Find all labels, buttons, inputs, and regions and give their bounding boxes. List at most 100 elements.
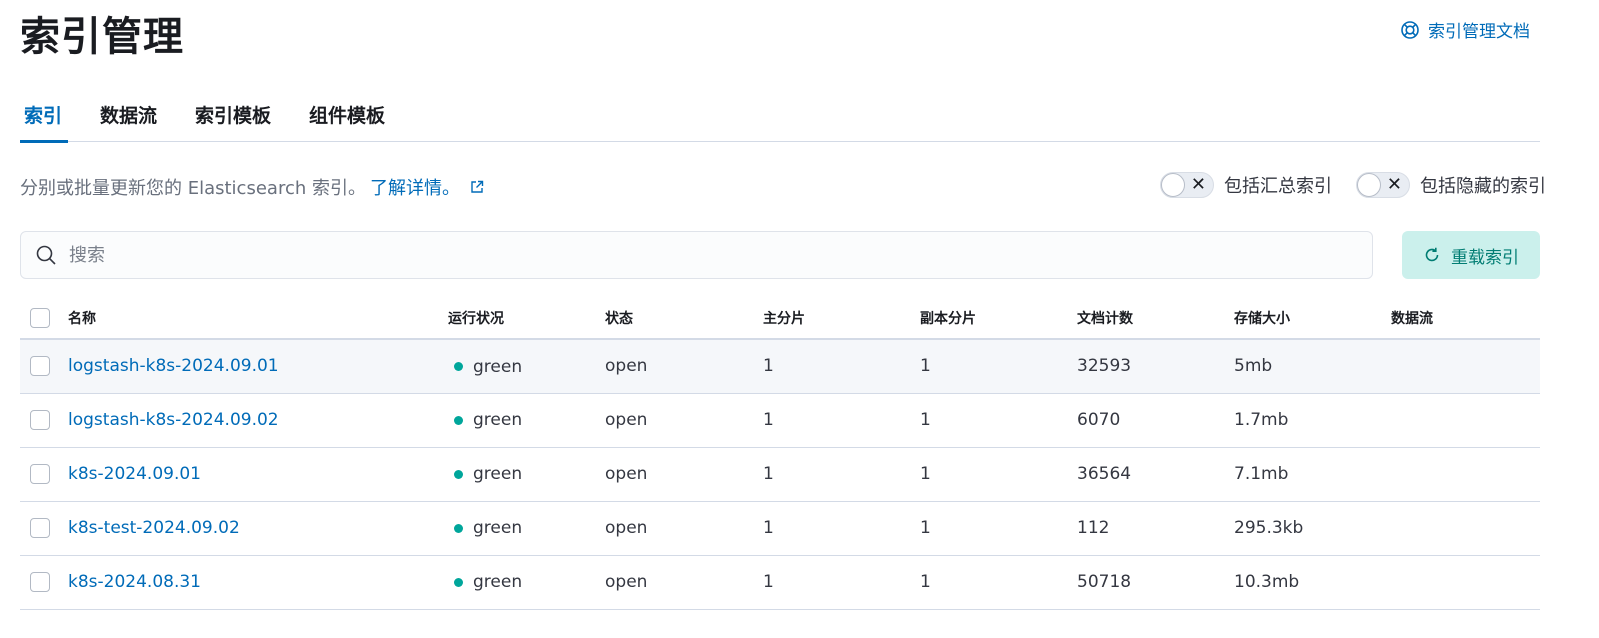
row-select-cell [20,555,68,610]
replica-shards-cell: 1 [920,555,1077,610]
data-stream-cell [1391,501,1540,556]
status-cell: open [605,393,763,448]
primary-shards-cell: 1 [763,339,920,394]
column-header-health[interactable]: 运行状况 [448,298,605,340]
docs-count-cell: 32593 [1077,339,1234,394]
help-lifebuoy-icon [1401,20,1419,39]
status-cell: open [605,339,763,394]
include-hidden-label: 包括隐藏的索引 [1420,176,1546,197]
replica-shards-cell: 1 [920,501,1077,556]
health-label: green [473,572,523,593]
table-row: logstash-k8s-2024.09.01 green open 1 1 32593 5… [20,339,1540,394]
health-label: green [473,356,523,377]
tab-indices[interactable]: 索引 [20,86,69,143]
switch-knob [1161,173,1185,197]
include-hidden-toggle-group: ✕ 包括隐藏的索引 [1356,172,1546,198]
data-stream-cell [1391,555,1540,610]
description-text: 分别或批量更新您的 Elasticsearch 索引。 [20,178,366,199]
table-row: k8s-2024.09.01 green open 1 1 36564 7.1mb [20,447,1540,502]
docs-count-cell: 36564 [1077,447,1234,502]
table-row: k8s-test-2024.09.02 green open 1 1 112 295.3kb [20,501,1540,556]
learn-more-link[interactable]: 了解详情。 [370,174,460,200]
index-management-page: 索引管理 索引管理文档 索引 数据流 索引模板 组件模板 分别或批量更新您的 E… [0,0,1599,638]
row-checkbox[interactable] [30,518,50,538]
tab-data-streams[interactable]: 数据流 [100,86,157,142]
include-rollup-label: 包括汇总索引 [1224,176,1332,197]
docs-count-cell: 112 [1077,501,1234,556]
health-cell: green [448,393,605,448]
select-all-cell [20,298,68,340]
health-dot [454,577,463,587]
health-label: green [473,410,523,431]
refresh-icon [1425,247,1439,262]
primary-shards-cell: 1 [763,393,920,448]
close-icon: ✕ [1386,174,1402,195]
indices-table: 名称 运行状况 状态 主分片 副本分片 文档计数 存储大小 数据流 logsta… [20,298,1540,610]
switch-knob [1357,173,1381,197]
health-label: green [473,464,523,485]
replica-shards-cell: 1 [920,447,1077,502]
include-hidden-switch[interactable]: ✕ [1356,172,1410,198]
row-checkbox[interactable] [30,356,50,377]
replica-shards-cell: 1 [920,339,1077,394]
row-select-cell [20,393,68,448]
row-select-cell [20,501,68,556]
row-select-cell [20,339,68,394]
include-rollup-switch[interactable]: ✕ [1160,172,1214,198]
index-name-link[interactable]: k8s-2024.09.01 [68,464,201,484]
row-checkbox[interactable] [30,464,50,484]
status-cell: open [605,555,763,610]
select-all-checkbox[interactable] [30,308,50,328]
primary-shards-cell: 1 [763,555,920,610]
tab-bar: 索引 数据流 索引模板 组件模板 [20,86,1540,143]
column-header-primary[interactable]: 主分片 [763,298,920,340]
health-dot [454,523,463,533]
data-stream-cell [1391,393,1540,448]
external-link-icon [471,180,484,193]
search-input[interactable] [69,244,1269,266]
primary-shards-cell: 1 [763,501,920,556]
health-cell: green [448,555,605,610]
column-header-storage-size[interactable]: 存储大小 [1234,298,1391,340]
tab-index-templates[interactable]: 索引模板 [195,86,271,142]
row-checkbox[interactable] [30,410,50,430]
health-label: green [473,518,523,539]
index-name-link[interactable]: k8s-test-2024.09.02 [68,518,240,538]
index-name-link[interactable]: logstash-k8s-2024.09.01 [68,356,279,376]
primary-shards-cell: 1 [763,447,920,502]
table-row: logstash-k8s-2024.09.02 green open 1 1 6070 1.… [20,393,1540,448]
docs-link[interactable]: 索引管理文档 [1400,17,1530,42]
row-checkbox[interactable] [30,572,50,592]
health-dot [454,415,463,425]
status-cell: open [605,501,763,556]
docs-count-cell: 6070 [1077,393,1234,448]
reload-label: 重载索引 [1451,247,1519,268]
include-rollup-toggle-group: ✕ 包括汇总索引 [1160,172,1332,198]
status-cell: open [605,447,763,502]
reload-indices-button[interactable]: 重载索引 [1402,231,1540,279]
index-name-cell: logstash-k8s-2024.09.01 [68,339,448,394]
page-description: 分别或批量更新您的 Elasticsearch 索引。 了解详情。 [20,174,484,200]
health-cell: green [448,501,605,556]
index-name-cell: k8s-test-2024.09.02 [68,501,448,556]
column-header-data-stream[interactable]: 数据流 [1391,298,1540,340]
row-select-cell [20,447,68,502]
storage-size-cell: 7.1mb [1234,447,1391,502]
column-header-docs-count[interactable]: 文档计数 [1077,298,1234,340]
index-name-cell: k8s-2024.08.31 [68,555,448,610]
index-name-link[interactable]: logstash-k8s-2024.09.02 [68,410,279,430]
docs-count-cell: 50718 [1077,555,1234,610]
storage-size-cell: 1.7mb [1234,393,1391,448]
health-cell: green [448,447,605,502]
storage-size-cell: 5mb [1234,339,1391,394]
search-box [20,231,1373,279]
column-header-replica[interactable]: 副本分片 [920,298,1077,340]
column-header-status[interactable]: 状态 [605,298,763,340]
tab-component-templates[interactable]: 组件模板 [309,86,385,142]
storage-size-cell: 10.3mb [1234,555,1391,610]
column-header-name[interactable]: 名称 [68,298,448,340]
health-cell: green [448,339,605,394]
health-dot [454,362,463,371]
index-name-link[interactable]: k8s-2024.08.31 [68,572,201,592]
index-name-cell: k8s-2024.09.01 [68,447,448,502]
